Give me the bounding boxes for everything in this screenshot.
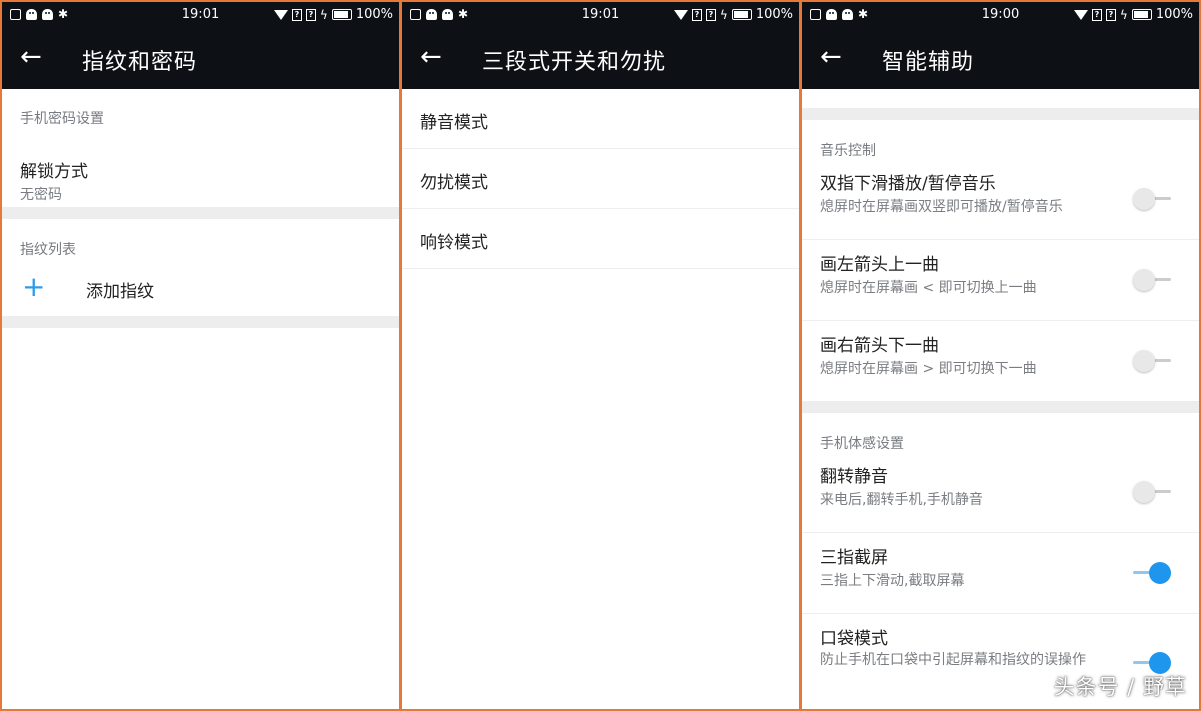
setting-title: 画左箭头上一曲 bbox=[820, 255, 939, 275]
list-item-dnd-mode[interactable]: 勿扰模式 bbox=[402, 149, 799, 209]
app-bar: ← 指纹和密码 bbox=[2, 28, 399, 89]
setting-three-finger-screenshot[interactable]: 三指截屏 三指上下滑动,截取屏幕 bbox=[802, 533, 1199, 614]
setting-description: 三指上下滑动,截取屏幕 bbox=[820, 573, 965, 589]
panel-fingerprint-password: ✱ 19:01 ? ? ϟ 100% ← 指纹和密码 手机密码设置 解锁方式 无… bbox=[0, 0, 401, 711]
setting-title: 口袋模式 bbox=[820, 629, 888, 649]
section-header-music-control: 音乐控制 bbox=[820, 143, 876, 159]
wifi-icon bbox=[273, 9, 288, 20]
section-divider bbox=[802, 401, 1199, 413]
charging-icon: ϟ bbox=[319, 7, 328, 22]
battery-level: 100% bbox=[1155, 7, 1193, 22]
list-item-label: 静音模式 bbox=[420, 113, 488, 133]
battery-icon bbox=[731, 9, 752, 20]
section-header-motion-settings: 手机体感设置 bbox=[820, 436, 904, 452]
section-header-phone-password: 手机密码设置 bbox=[20, 111, 104, 127]
app-bar: ← 智能辅助 bbox=[802, 28, 1199, 89]
sim-icon: ? bbox=[1091, 8, 1102, 21]
section-divider bbox=[2, 207, 399, 219]
setting-left-arrow-previous[interactable]: 画左箭头上一曲 熄屏时在屏幕画 < 即可切换上一曲 bbox=[802, 240, 1199, 321]
setting-description: 熄屏时在屏幕画 > 即可切换下一曲 bbox=[820, 361, 1037, 377]
battery-icon bbox=[331, 9, 352, 20]
sim-icon: ? bbox=[691, 8, 702, 21]
list-item-silent-mode[interactable]: 静音模式 bbox=[402, 89, 799, 149]
setting-title: 翻转静音 bbox=[820, 467, 888, 487]
setting-title: 三指截屏 bbox=[820, 548, 888, 568]
setting-description: 熄屏时在屏幕画 < 即可切换上一曲 bbox=[820, 280, 1037, 296]
panel-alert-slider-dnd: ✱ 19:01 ? ? ϟ 100% ← 三段式开关和勿扰 静音模式 勿扰模式 … bbox=[400, 0, 801, 711]
toggle-switch[interactable] bbox=[1133, 269, 1171, 291]
status-right: ? ? ϟ 100% bbox=[1073, 7, 1193, 22]
section-divider bbox=[2, 316, 399, 328]
battery-level: 100% bbox=[755, 7, 793, 22]
section-header-fingerprint-list: 指纹列表 bbox=[20, 242, 76, 258]
toggle-switch[interactable] bbox=[1133, 562, 1171, 584]
status-bar: ✱ 19:00 ? ? ϟ 100% bbox=[802, 2, 1199, 28]
setting-description: 防止手机在口袋中引起屏幕和指纹的误操作 bbox=[820, 652, 1086, 668]
mode-list: 静音模式 勿扰模式 响铃模式 bbox=[402, 89, 799, 709]
sim-icon: ? bbox=[705, 8, 716, 21]
unlock-method-value: 无密码 bbox=[20, 187, 62, 203]
status-right: ? ? ϟ 100% bbox=[273, 7, 393, 22]
sim-icon: ? bbox=[305, 8, 316, 21]
setting-title: 画右箭头下一曲 bbox=[820, 336, 939, 356]
status-right: ? ? ϟ 100% bbox=[673, 7, 793, 22]
toggle-switch[interactable] bbox=[1133, 481, 1171, 503]
top-spacer bbox=[802, 89, 1199, 108]
back-arrow-icon[interactable]: ← bbox=[20, 43, 50, 73]
sim-icon: ? bbox=[1105, 8, 1116, 21]
app-bar: ← 三段式开关和勿扰 bbox=[402, 28, 799, 89]
battery-level: 100% bbox=[355, 7, 393, 22]
unlock-method-title: 解锁方式 bbox=[20, 162, 88, 182]
wifi-icon bbox=[1073, 9, 1088, 20]
status-bar: ✱ 19:01 ? ? ϟ 100% bbox=[402, 2, 799, 28]
battery-icon bbox=[1131, 9, 1152, 20]
charging-icon: ϟ bbox=[1119, 7, 1128, 22]
section-divider bbox=[802, 108, 1199, 120]
setting-description: 熄屏时在屏幕画双竖即可播放/暂停音乐 bbox=[820, 199, 1063, 215]
panel-smart-assist: ✱ 19:00 ? ? ϟ 100% ← 智能辅助 音乐控制 双指下滑播放/暂停… bbox=[800, 0, 1201, 711]
toggle-switch[interactable] bbox=[1133, 188, 1171, 210]
unlock-method-item[interactable]: 解锁方式 无密码 bbox=[2, 128, 399, 207]
sim-icon: ? bbox=[291, 8, 302, 21]
setting-right-arrow-next[interactable]: 画右箭头下一曲 熄屏时在屏幕画 > 即可切换下一曲 bbox=[802, 321, 1199, 401]
settings-list: 手机密码设置 解锁方式 无密码 指纹列表 + 添加指纹 bbox=[2, 89, 399, 709]
assist-settings-list: 音乐控制 双指下滑播放/暂停音乐 熄屏时在屏幕画双竖即可播放/暂停音乐 画左箭头… bbox=[802, 89, 1199, 709]
page-title: 智能辅助 bbox=[882, 50, 975, 75]
toggle-switch[interactable] bbox=[1133, 350, 1171, 372]
setting-flip-to-mute[interactable]: 翻转静音 来电后,翻转手机,手机静音 bbox=[802, 452, 1199, 533]
charging-icon: ϟ bbox=[719, 7, 728, 22]
page-title: 指纹和密码 bbox=[82, 50, 198, 75]
add-fingerprint-label: 添加指纹 bbox=[86, 282, 154, 302]
wifi-icon bbox=[673, 9, 688, 20]
setting-title: 双指下滑播放/暂停音乐 bbox=[820, 174, 996, 194]
list-item-label: 响铃模式 bbox=[420, 233, 488, 253]
page-title: 三段式开关和勿扰 bbox=[482, 50, 667, 75]
setting-description: 来电后,翻转手机,手机静音 bbox=[820, 492, 983, 508]
back-arrow-icon[interactable]: ← bbox=[820, 43, 850, 73]
status-bar: ✱ 19:01 ? ? ϟ 100% bbox=[2, 2, 399, 28]
list-item-label: 勿扰模式 bbox=[420, 173, 488, 193]
add-fingerprint-item[interactable]: + 添加指纹 bbox=[2, 259, 399, 316]
setting-two-finger-play-pause[interactable]: 双指下滑播放/暂停音乐 熄屏时在屏幕画双竖即可播放/暂停音乐 bbox=[802, 159, 1199, 240]
list-item-ring-mode[interactable]: 响铃模式 bbox=[402, 209, 799, 269]
watermark: 头条号 / 野草 bbox=[1053, 675, 1187, 699]
back-arrow-icon[interactable]: ← bbox=[420, 43, 450, 73]
plus-icon: + bbox=[22, 270, 46, 303]
